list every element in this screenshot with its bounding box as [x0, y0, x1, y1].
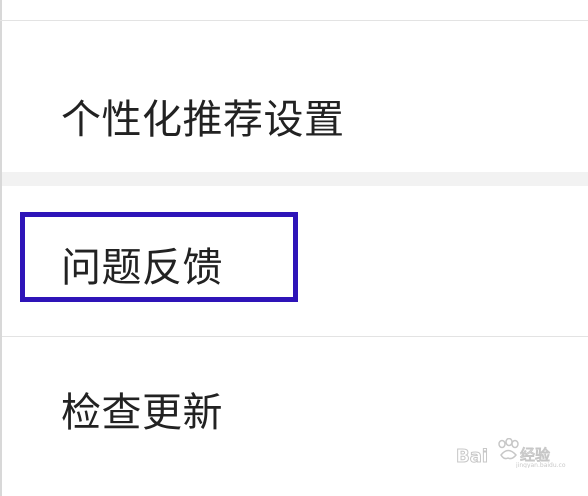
baidu-paw-icon: Bai 经验 jingyan.baidu.com — [456, 438, 566, 468]
settings-page: 个性化推荐设置 问题反馈 检查更新 Bai 经验 jingyan.baidu.c… — [0, 0, 588, 496]
settings-item-label: 检查更新 — [61, 390, 223, 436]
svg-text:Bai: Bai — [456, 446, 488, 467]
section-gap — [2, 172, 588, 186]
svg-text:jingyan.baidu.com: jingyan.baidu.com — [515, 462, 566, 468]
settings-item-personalized-recommendation[interactable]: 个性化推荐设置 — [2, 22, 588, 172]
baidu-jingyan-watermark: Bai 经验 jingyan.baidu.com — [454, 438, 566, 468]
settings-item-check-update[interactable]: 检查更新 — [2, 337, 588, 496]
top-divider — [0, 20, 588, 21]
settings-item-label: 个性化推荐设置 — [61, 97, 345, 143]
highlight-box — [20, 212, 298, 302]
